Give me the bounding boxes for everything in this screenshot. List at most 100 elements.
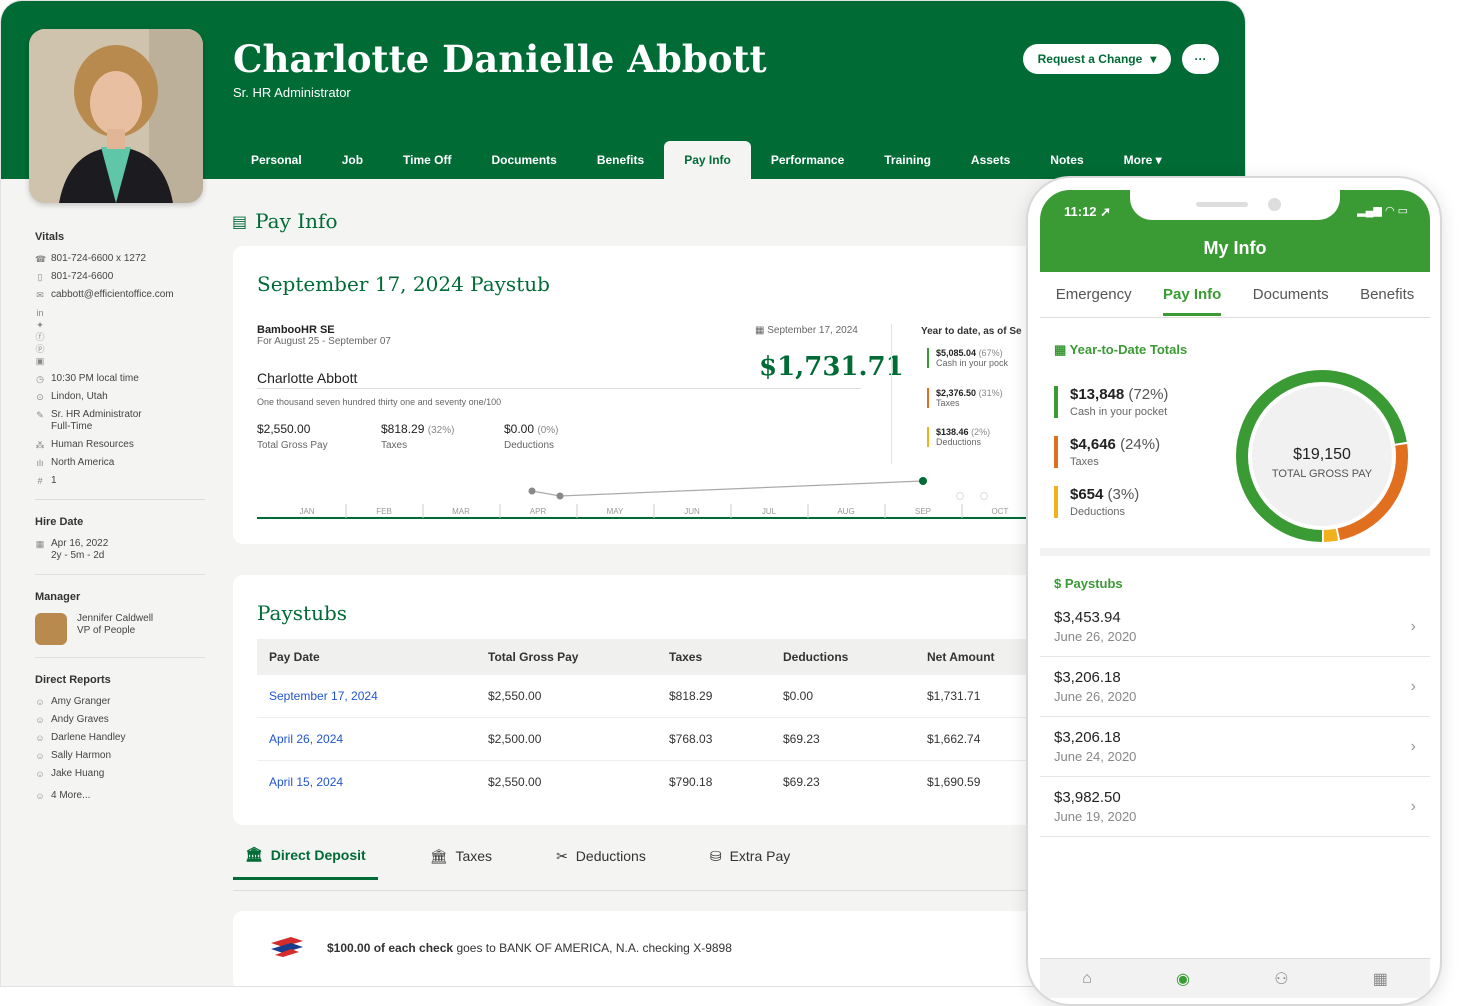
more-actions-button[interactable]: ··· [1182, 44, 1219, 74]
people-icon[interactable]: ⚇ [1274, 969, 1288, 989]
phone-title: My Info [1203, 238, 1267, 258]
phone-paystubs-title-text: Paystubs [1064, 576, 1123, 591]
division: North America [51, 457, 115, 468]
subtab-extra-pay[interactable]: ⛁ Extra Pay [698, 846, 802, 880]
more-reports-link[interactable]: 4 More... [51, 790, 90, 802]
month-tick-label: OCT [992, 507, 1009, 516]
direct-deposit-card: $100.00 of each check goes to BANK OF AM… [233, 911, 1043, 986]
calendar-icon[interactable]: ▦ [1373, 969, 1388, 989]
phone-tab-pay-info[interactable]: Pay Info [1163, 286, 1222, 316]
status-icons: ▂▄▆ ◠ ▭ [1357, 205, 1408, 217]
employee-role: Sr. HR Administrator [233, 85, 351, 100]
calendar-icon: ▦ [35, 539, 45, 549]
chevron-right-icon: › [1410, 737, 1416, 755]
tab-documents[interactable]: Documents [472, 141, 577, 179]
ytd-cash-label: Cash in your pock [936, 358, 1009, 368]
pay-date-link[interactable]: September 17, 2024 [257, 675, 476, 718]
report-link[interactable]: Amy Granger [51, 696, 110, 708]
col-net[interactable]: Net Amount [915, 639, 1043, 675]
paystub-amount: $3,206.18 [1054, 669, 1121, 686]
phone-paystub-row[interactable]: $3,206.18 June 24, 2020 › [1040, 717, 1430, 777]
avatar [35, 613, 67, 645]
report-link[interactable]: Andy Graves [51, 714, 109, 726]
phone-paystub-row[interactable]: $3,453.94 June 26, 2020 › [1040, 597, 1430, 657]
tab-notes[interactable]: Notes [1030, 141, 1103, 179]
col-pay-date[interactable]: Pay Date [257, 639, 476, 675]
tab-personal[interactable]: Personal [231, 141, 322, 179]
donut-total-label: TOTAL GROSS PAY [1271, 468, 1373, 480]
subtab-label: Direct Deposit [270, 846, 366, 863]
cell: $1,690.59 [927, 775, 981, 789]
location: Lindon, Utah [51, 391, 108, 402]
pay-timeline-chart[interactable]: JAN FEB MAR APR MAY JUN JUL AUG SEP OCT [257, 474, 1047, 534]
chevron-right-icon: › [1410, 677, 1416, 695]
report-link[interactable]: Darlene Handley [51, 732, 126, 744]
table-row[interactable]: April 26, 2024 $2,500.00 $768.03 $69.23 … [257, 717, 1043, 761]
subtab-direct-deposit[interactable]: 🏛 Direct Deposit [233, 846, 378, 880]
phone-bottom-nav: ⌂ ◉ ⚇ ▦ [1040, 958, 1430, 998]
taxes: $818.29 (32%) Taxes [381, 422, 454, 451]
col-gross[interactable]: Total Gross Pay [476, 639, 657, 675]
work-phone[interactable]: 801-724-6600 x 1272 [51, 253, 146, 265]
vitals-title: Vitals [35, 231, 65, 243]
ytd-item-value: $4,646 [1070, 436, 1116, 453]
tab-assets[interactable]: Assets [951, 141, 1030, 179]
tab-more[interactable]: More ▾ [1104, 141, 1182, 179]
paystubs-table: Pay Date Total Gross Pay Taxes Deduction… [257, 639, 1043, 803]
paystub-date: June 19, 2020 [1054, 809, 1137, 824]
cell: $768.03 [657, 717, 771, 761]
tab-performance[interactable]: Performance [751, 141, 864, 179]
phone-tab-emergency[interactable]: Emergency [1056, 286, 1132, 303]
tab-job[interactable]: Job [322, 141, 383, 179]
pay-date-link[interactable]: April 26, 2024 [257, 717, 476, 761]
social-icons[interactable]: in ✦ ⓕ ⓟ ▣ [35, 307, 45, 367]
manager-title: Manager [35, 591, 81, 603]
pay-date-link[interactable]: April 15, 2024 [257, 761, 476, 804]
email-link[interactable]: cabbott@efficientoffice.com [51, 289, 174, 301]
cell: $69.23 [771, 717, 915, 761]
chevron-down-icon: ▾ [1155, 153, 1162, 167]
bank-of-america-logo-icon [271, 937, 303, 957]
tab-time-off[interactable]: Time Off [383, 141, 471, 179]
phone-paystub-row[interactable]: $3,982.50 June 19, 2020 › [1040, 777, 1430, 837]
home-icon[interactable]: ⌂ [1082, 970, 1092, 988]
tab-pay-info[interactable]: Pay Info [664, 141, 751, 179]
request-change-button[interactable]: Request a Change ▾ [1023, 44, 1171, 74]
col-taxes[interactable]: Taxes [657, 639, 771, 675]
table-row[interactable]: September 17, 2024 $2,550.00 $818.29 $0.… [257, 675, 1043, 718]
phone-tab-benefits[interactable]: Benefits [1360, 286, 1414, 303]
tab-training[interactable]: Training [864, 141, 951, 179]
subtab-taxes[interactable]: 🏛 Taxes [418, 846, 504, 880]
ytd-cash-value: $5,085.04 [936, 348, 977, 358]
deductions-value: $0.00 [504, 422, 535, 436]
col-deductions[interactable]: Deductions [771, 639, 915, 675]
ytd-item-label: Taxes [1070, 456, 1099, 468]
user-icon: ☺ [35, 791, 45, 801]
cell: $2,500.00 [476, 717, 657, 761]
division-icon: ılı [36, 458, 44, 468]
profile-icon[interactable]: ◉ [1176, 969, 1190, 989]
phone-tab-documents[interactable]: Documents [1253, 286, 1329, 303]
manager-card[interactable]: Jennifer Caldwell VP of People [35, 613, 205, 645]
ytd-section-title: ▦ Year-to-Date Totals [1054, 342, 1187, 358]
ytd-taxes-pct: (31%) [978, 388, 1003, 398]
report-link[interactable]: Sally Harmon [51, 750, 111, 762]
phone-paystubs: $ Paystubs $3,453.94 June 26, 2020 › $3,20… [1040, 564, 1430, 837]
cell: $1,731.71 [915, 675, 1043, 718]
taxes-label: Taxes [381, 440, 408, 451]
subtab-deductions[interactable]: ✂ Deductions [544, 846, 658, 880]
mobile-phone[interactable]: 801-724-6600 [51, 271, 113, 283]
deductions: $0.00 (0%) Deductions [504, 422, 559, 451]
paystub-date-text: September 17, 2024 [767, 325, 858, 336]
phone-paystub-row[interactable]: $3,206.18 June 26, 2020 › [1040, 657, 1430, 717]
month-tick-label: JUN [684, 507, 700, 516]
cell: $818.29 [657, 675, 771, 718]
chevron-right-icon: › [1410, 617, 1416, 635]
calendar-icon: ▦ [1054, 342, 1070, 357]
report-link[interactable]: Jake Huang [51, 768, 104, 780]
tab-benefits[interactable]: Benefits [577, 141, 664, 179]
table-row[interactable]: April 15, 2024 $2,550.00 $790.18 $69.23 … [257, 761, 1043, 804]
cell: $2,550.00 [476, 675, 657, 718]
divider [35, 499, 205, 500]
ytd-item-deductions: $654 (3%) Deductions [1054, 486, 1139, 518]
